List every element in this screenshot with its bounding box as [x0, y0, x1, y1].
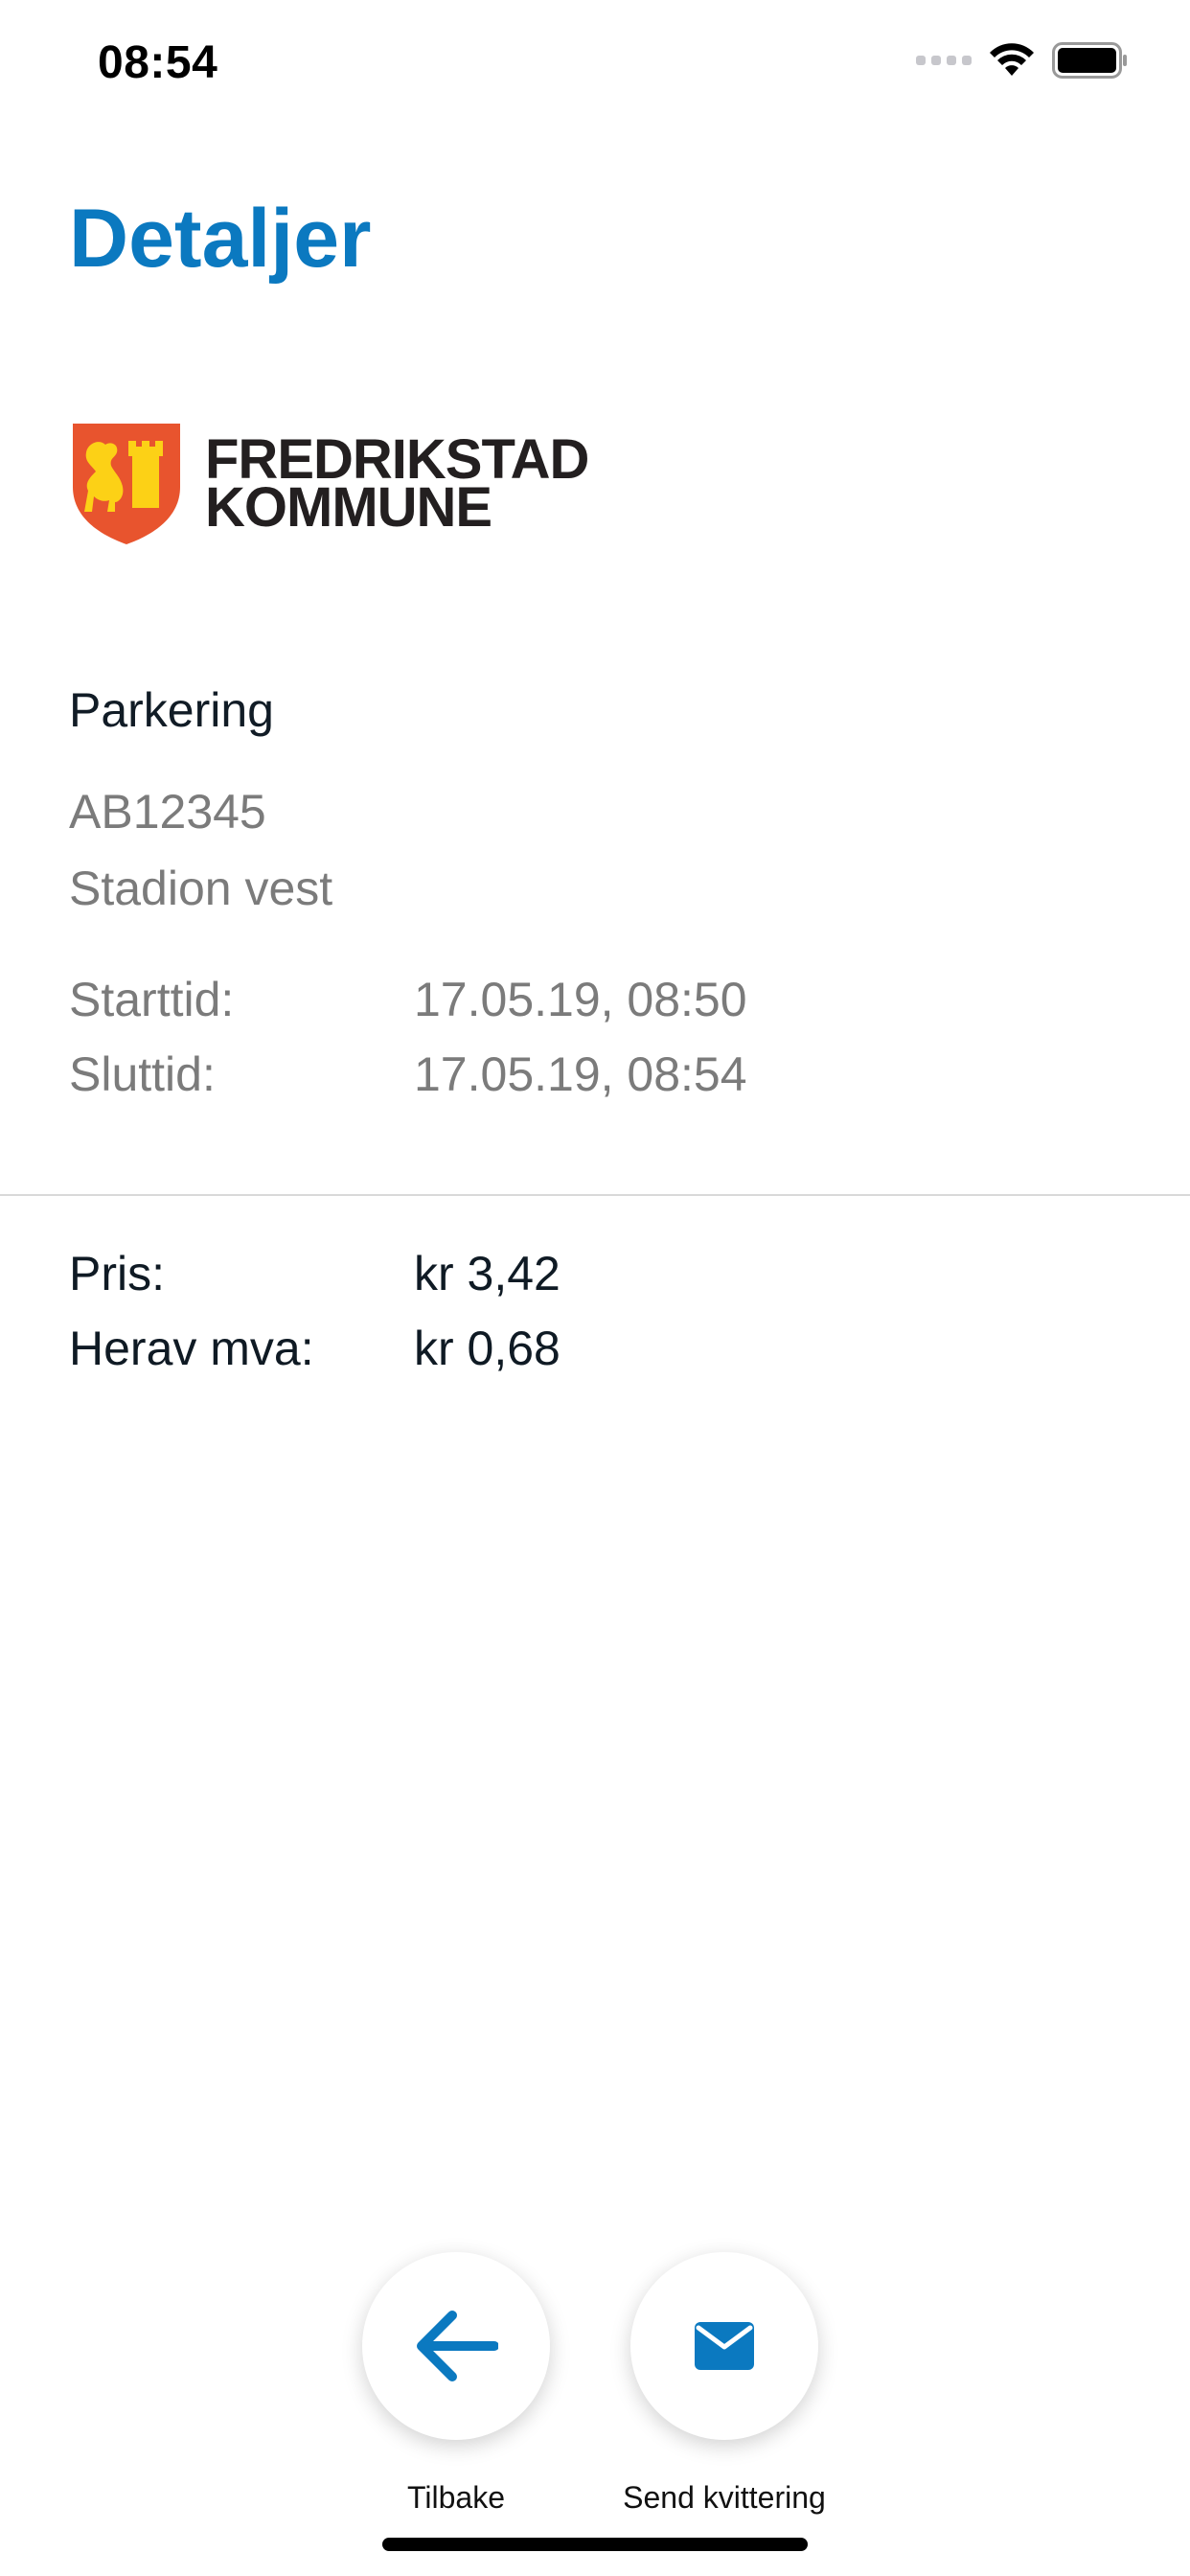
end-label: Sluttid:	[69, 1047, 216, 1101]
logo-text: FREDRIKSTAD KOMMUNE	[205, 432, 589, 539]
start-label: Starttid:	[69, 973, 235, 1026]
envelope-icon	[695, 2322, 754, 2370]
coat-of-arms-icon	[73, 424, 180, 544]
vat-value: kr 0,68	[414, 1322, 561, 1375]
end-value: 17.05.19, 08:54	[414, 1047, 747, 1101]
status-icons	[916, 42, 1129, 79]
price-value: kr 3,42	[414, 1247, 561, 1300]
divider	[0, 1194, 1190, 1196]
battery-icon	[1052, 42, 1127, 79]
license-plate: AB12345	[69, 785, 266, 839]
parking-location: Stadion vest	[69, 862, 333, 915]
home-indicator[interactable]	[382, 2538, 808, 2551]
vat-label: Herav mva:	[69, 1322, 314, 1375]
start-value: 17.05.19, 08:50	[414, 973, 747, 1026]
detail-heading: Parkering	[69, 683, 274, 737]
signal-dots-icon	[916, 56, 972, 65]
send-receipt-button[interactable]	[630, 2252, 818, 2440]
arrow-left-icon	[417, 2311, 498, 2381]
send-receipt-label[interactable]: Send kvittering	[600, 2480, 849, 2516]
wifi-icon	[990, 43, 1034, 76]
back-button[interactable]	[362, 2252, 550, 2440]
price-label: Pris:	[69, 1247, 165, 1300]
logo-line-2: KOMMUNE	[205, 476, 492, 539]
fredrikstad-kommune-logo: FREDRIKSTAD KOMMUNE	[73, 424, 589, 544]
page-title: Detaljer	[69, 193, 372, 285]
back-label[interactable]: Tilbake	[360, 2480, 552, 2516]
status-time: 08:54	[98, 37, 218, 88]
